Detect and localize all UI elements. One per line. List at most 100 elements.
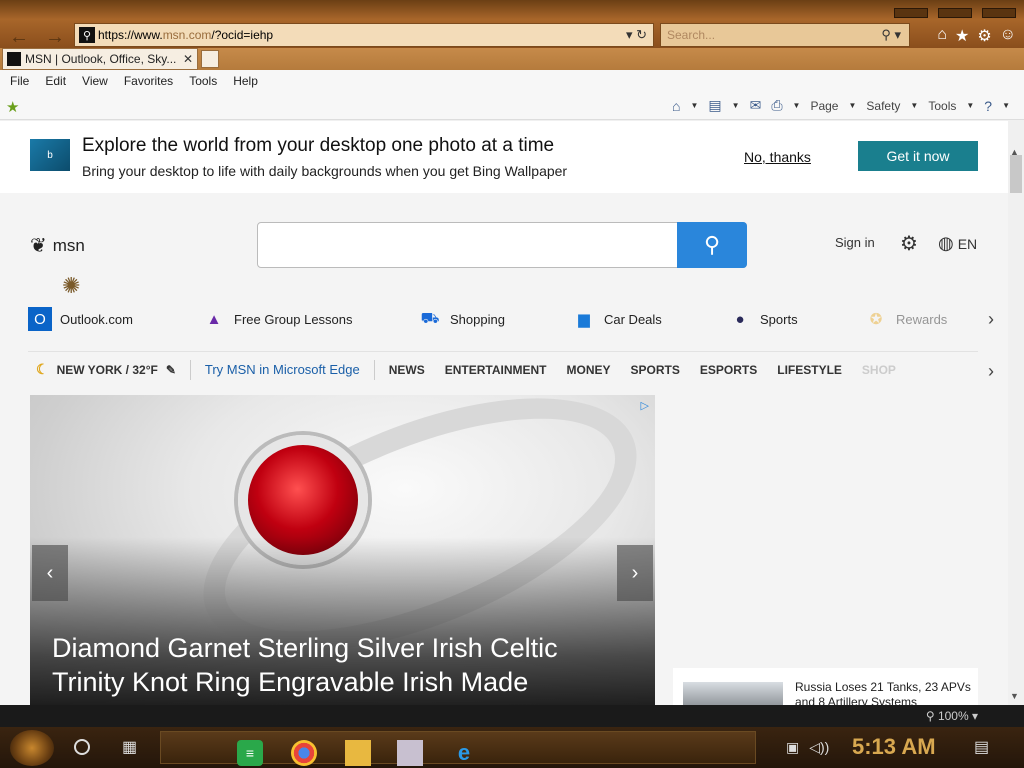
rss-feed-icon[interactable]: ▤ bbox=[708, 97, 721, 114]
chevron-down-icon[interactable]: ▼ bbox=[732, 101, 740, 110]
network-icon[interactable]: ▣ bbox=[786, 739, 799, 756]
menu-file[interactable]: File bbox=[10, 74, 29, 88]
nav-sports[interactable]: SPORTS bbox=[631, 363, 680, 377]
file-explorer-icon[interactable] bbox=[345, 740, 371, 766]
chevron-down-icon[interactable]: ▼ bbox=[691, 101, 699, 110]
add-favorite-icon[interactable]: ★ bbox=[6, 98, 19, 116]
quicklink-car-deals[interactable]: ▆ Car Deals bbox=[572, 307, 662, 331]
chevron-right-icon: › bbox=[631, 561, 639, 584]
story-headline[interactable]: Russia Loses 21 Tanks, 23 APVs and 8 Art… bbox=[795, 680, 971, 705]
start-button[interactable] bbox=[10, 730, 54, 766]
winrar-icon[interactable] bbox=[397, 740, 423, 766]
chevron-right-icon[interactable]: › bbox=[988, 361, 994, 382]
home-icon[interactable]: ⌂ bbox=[937, 26, 947, 46]
refresh-icon[interactable]: ▾ ↻ bbox=[626, 27, 647, 43]
menu-tools[interactable]: Tools bbox=[189, 74, 217, 88]
soccer-ball-icon: ● bbox=[735, 310, 745, 328]
vertical-scrollbar[interactable]: ▲ ▼ bbox=[1008, 121, 1024, 705]
gear-icon[interactable]: ⚙ bbox=[900, 231, 918, 256]
volume-icon[interactable]: ◁)) bbox=[809, 739, 829, 756]
chevron-right-icon[interactable]: › bbox=[988, 309, 994, 330]
minimize-button[interactable] bbox=[894, 8, 928, 18]
smiley-feedback-icon[interactable]: ☺ bbox=[1000, 26, 1016, 46]
cart-icon: ⛟ bbox=[420, 309, 440, 327]
msn-favicon-icon bbox=[7, 52, 21, 66]
quicklink-outlook[interactable]: O Outlook.com bbox=[28, 307, 133, 331]
print-icon[interactable]: ⎙ bbox=[771, 97, 782, 114]
medal-icon: ✪ bbox=[869, 311, 883, 328]
page-menu[interactable]: Page bbox=[810, 99, 838, 113]
mail-icon[interactable]: ✉ bbox=[750, 97, 762, 114]
chevron-left-icon: ‹ bbox=[46, 561, 54, 584]
forward-button[interactable]: → bbox=[42, 25, 68, 49]
chevron-down-icon[interactable]: ▼ bbox=[1002, 101, 1010, 110]
carousel-next-button[interactable]: › bbox=[617, 545, 653, 601]
chevron-down-icon: ▼ bbox=[910, 101, 919, 110]
adchoices-icon[interactable]: ▷ bbox=[641, 399, 649, 412]
nav-lifestyle[interactable]: LIFESTYLE bbox=[777, 363, 842, 377]
quicklinks-bar: O Outlook.com ▲ Free Group Lessons ⛟ Sho… bbox=[28, 307, 1008, 337]
chat-app-icon[interactable]: ≡ bbox=[237, 740, 263, 766]
hero-ad-card[interactable]: ▷ ‹ › Diamond Garnet Sterling Silver Iri… bbox=[30, 395, 655, 705]
try-edge-link[interactable]: Try MSN in Microsoft Edge bbox=[205, 362, 360, 377]
search-button[interactable]: ⚲ bbox=[677, 222, 747, 268]
no-thanks-link[interactable]: No, thanks bbox=[744, 149, 811, 165]
language-selector[interactable]: ◍ EN bbox=[938, 233, 977, 254]
internet-explorer-icon[interactable]: e bbox=[451, 740, 477, 766]
clock[interactable]: 5:13 AM bbox=[852, 734, 936, 760]
close-window-button[interactable] bbox=[982, 8, 1016, 18]
nav-money[interactable]: MONEY bbox=[567, 363, 611, 377]
chevron-down-icon: ▼ bbox=[848, 101, 857, 110]
notification-icon[interactable]: ▤ bbox=[974, 737, 989, 757]
nav-esports[interactable]: ESPORTS bbox=[700, 363, 757, 377]
help-icon[interactable]: ? bbox=[984, 98, 992, 114]
carousel-prev-button[interactable]: ‹ bbox=[32, 545, 68, 601]
menu-help[interactable]: Help bbox=[233, 74, 258, 88]
tools-menu[interactable]: Tools bbox=[928, 99, 956, 113]
address-bar[interactable]: ⚲ https://www.msn.com/?ocid=iehp ▾ ↻ bbox=[74, 23, 654, 47]
taskbar-apps: ≡ e bbox=[160, 731, 756, 766]
car-icon: ▆ bbox=[578, 311, 590, 328]
safety-menu[interactable]: Safety bbox=[866, 99, 900, 113]
maximize-button[interactable] bbox=[938, 8, 972, 18]
menu-view[interactable]: View bbox=[82, 74, 108, 88]
system-tray: ▣ ◁)) bbox=[786, 739, 829, 756]
search-icon[interactable]: ⚲ ▾ bbox=[881, 27, 901, 43]
quicklink-shopping[interactable]: ⛟ Shopping bbox=[418, 307, 505, 331]
cortana-icon[interactable] bbox=[74, 739, 90, 755]
back-button[interactable]: ← bbox=[6, 25, 32, 49]
menu-favorites[interactable]: Favorites bbox=[124, 74, 173, 88]
quicklink-free-group-lessons[interactable]: ▲ Free Group Lessons bbox=[202, 307, 353, 331]
get-it-now-button[interactable]: Get it now bbox=[858, 141, 978, 171]
side-story-card[interactable]: Russia Loses 21 Tanks, 23 APVs and 8 Art… bbox=[673, 668, 978, 705]
task-view-icon[interactable]: ▦ bbox=[122, 737, 137, 757]
weather-widget[interactable]: ☾ NEW YORK / 32°F ✎ bbox=[28, 361, 176, 378]
command-bar: ★ ⌂ ▼ ▤ ▼ ✉ ⎙ ▼ Page ▼ Safety ▼ Tools ▼ ? ▼ bbox=[0, 92, 1024, 120]
favorites-star-icon[interactable]: ★ bbox=[955, 26, 969, 46]
quicklink-sports[interactable]: ● Sports bbox=[728, 307, 797, 331]
tab-msn[interactable]: MSN | Outlook, Office, Sky... ✕ bbox=[2, 48, 198, 70]
gear-icon[interactable]: ⚙ bbox=[977, 26, 991, 46]
chrome-icon[interactable] bbox=[291, 740, 317, 766]
taskbar: ▦ ≡ e ▣ ◁)) 5:13 AM ▤ bbox=[0, 727, 1024, 768]
divider bbox=[373, 359, 375, 380]
home-icon[interactable]: ⌂ bbox=[672, 98, 680, 114]
msn-search-input[interactable]: ⚲ bbox=[257, 222, 747, 268]
quicklink-rewards[interactable]: ✪ Rewards bbox=[864, 307, 948, 331]
zoom-level[interactable]: ⚲ 100% ▾ bbox=[926, 709, 978, 723]
nav-items: NEWS ENTERTAINMENT MONEY SPORTS ESPORTS … bbox=[389, 363, 896, 377]
menu-edit[interactable]: Edit bbox=[45, 74, 66, 88]
scrollbar-thumb[interactable] bbox=[1010, 155, 1022, 193]
scroll-down-icon[interactable]: ▼ bbox=[1010, 691, 1019, 701]
pencil-icon[interactable]: ✎ bbox=[166, 363, 176, 377]
hero-headline[interactable]: Diamond Garnet Sterling Silver Irish Cel… bbox=[52, 631, 632, 699]
close-tab-icon[interactable]: ✕ bbox=[183, 52, 193, 66]
new-tab-button[interactable] bbox=[201, 50, 219, 68]
nav-shop[interactable]: SHOP bbox=[862, 363, 896, 377]
nav-news[interactable]: NEWS bbox=[389, 363, 425, 377]
chevron-down-icon[interactable]: ▼ bbox=[793, 101, 801, 110]
browser-search-input[interactable]: Search... ⚲ ▾ bbox=[660, 23, 910, 47]
nav-entertainment[interactable]: ENTERTAINMENT bbox=[445, 363, 547, 377]
msn-logo[interactable]: ❦ msn bbox=[30, 233, 85, 258]
sign-in-link[interactable]: Sign in bbox=[835, 235, 875, 250]
